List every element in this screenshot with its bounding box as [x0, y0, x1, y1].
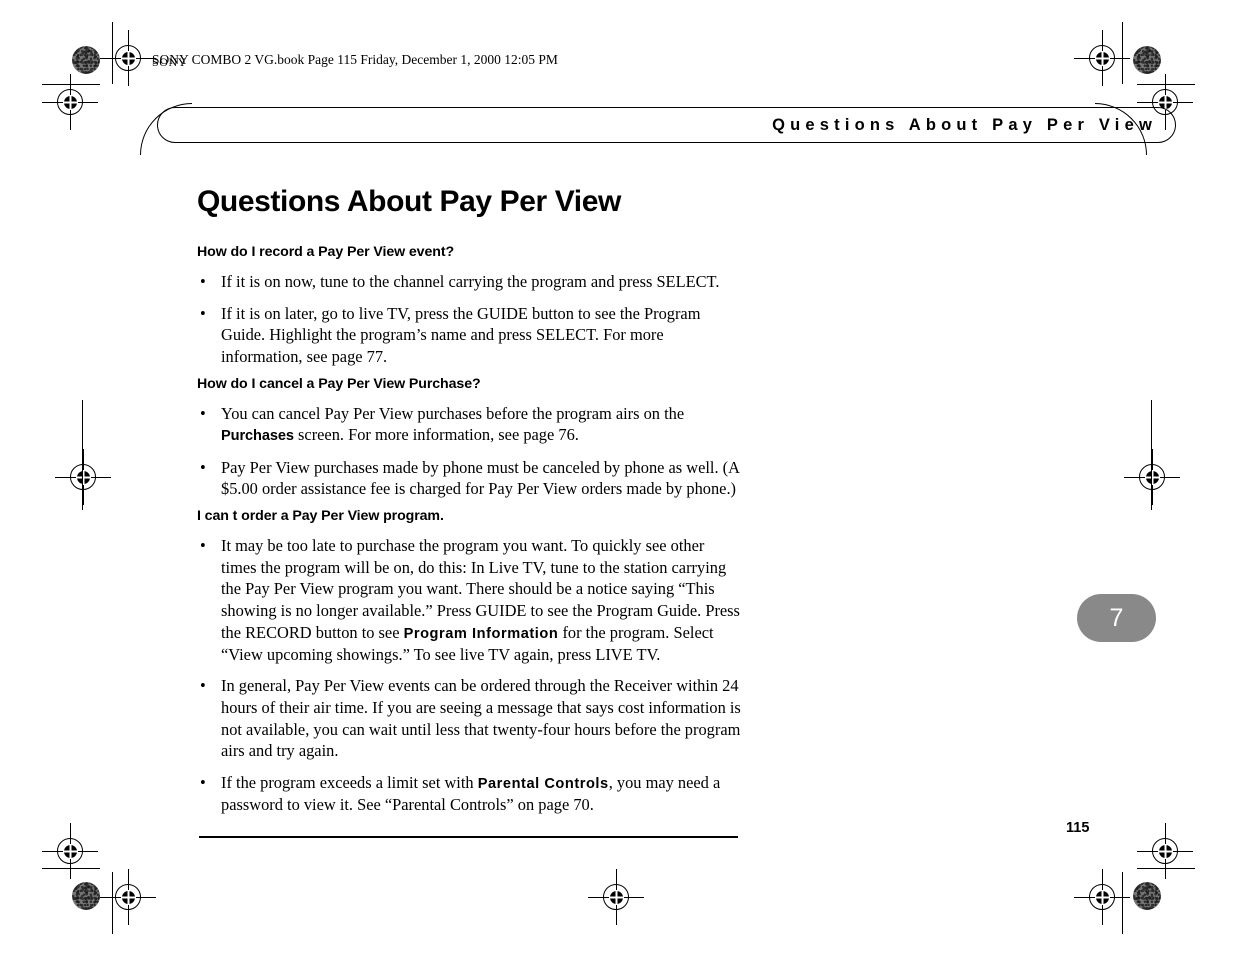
bullet-marker-icon: •: [200, 535, 206, 555]
trim-line-right-vertical-top: [1122, 22, 1124, 84]
trim-line-left-vertical-bottom: [112, 872, 114, 934]
trim-line-right-vertical-mid: [1151, 400, 1153, 510]
ui-term-emphasis: Purchases: [221, 428, 294, 445]
ui-term-emphasis: Parental Controls: [477, 776, 609, 793]
ui-term-emphasis: Program Information: [403, 625, 559, 642]
registration-target-top-right: [1089, 45, 1115, 71]
section-heading: How do I record a Pay Per View event?: [197, 244, 455, 260]
bullet-marker-icon: •: [200, 457, 206, 477]
bullet-marker-icon: •: [200, 773, 206, 793]
content-column: Questions About Pay Per View How do I re…: [197, 185, 742, 822]
bullet-text: If the program exceeds a limit set with: [221, 773, 478, 793]
bullet-marker-icon: •: [200, 403, 206, 423]
bullet-item: • In general, Pay Per View events can be …: [197, 675, 742, 762]
halftone-density-patch-top-right: [1133, 46, 1161, 74]
bullet-list: • You can cancel Pay Per View purchases b…: [197, 403, 742, 500]
bullet-item: • It may be too late to purchase the prog…: [197, 535, 742, 666]
bullet-marker-icon: •: [200, 303, 206, 323]
trim-line-top-horizontal-left: [42, 84, 100, 86]
bullet-text: If it is on now, tune to the channel car…: [221, 272, 720, 292]
bullet-marker-icon: •: [200, 272, 206, 292]
bullet-text: If it is on later, go to live TV, press …: [221, 303, 701, 366]
bullet-item: • You can cancel Pay Per View purchases b…: [197, 403, 742, 447]
chapter-thumb-tab: 7: [1077, 594, 1156, 642]
chapter-number: 7: [1109, 604, 1124, 632]
section-heading: How do I cancel a Pay Per View Purchase?: [197, 375, 481, 392]
bullet-item: • If it is on later, go to live TV, press…: [197, 303, 742, 368]
bullet-list: • If it is on now, tune to the channel ca…: [197, 271, 742, 368]
registration-target-lower-left: [57, 838, 83, 864]
bullet-text: screen. For more information, see page 7…: [293, 425, 579, 445]
registration-target-lower-right: [1152, 838, 1178, 864]
document-page: SONY SONY COMBO 2 VG.book Page 115 Frida…: [0, 0, 1235, 954]
page-number: 115: [1066, 820, 1090, 836]
halftone-density-patch-bottom-right: [1133, 882, 1161, 910]
bullet-text: Pay Per View purchases made by phone mus…: [221, 457, 740, 499]
footer-rule: [199, 836, 738, 838]
bullet-text: You can cancel Pay Per View purchases be…: [221, 403, 685, 423]
bullet-item: • If it is on now, tune to the channel ca…: [197, 271, 742, 293]
page-title: Questions About Pay Per View: [197, 185, 621, 218]
trim-line-right-vertical-bottom: [1122, 872, 1124, 934]
bullet-marker-icon: •: [200, 676, 206, 696]
trim-line-left-vertical-top: [112, 22, 114, 84]
halftone-density-patch-bottom-left: [72, 882, 100, 910]
halftone-density-patch-top-left: [72, 46, 100, 74]
registration-target-upper-left: [57, 89, 83, 115]
trim-line-bottom-horizontal-left: [42, 868, 100, 870]
sections-container: How do I record a Pay Per View event? • If…: [197, 244, 742, 816]
registration-target-top-left: [115, 45, 141, 71]
section-heading: I can t order a Pay Per View program.: [197, 507, 444, 524]
trim-line-left-vertical-mid: [82, 400, 84, 510]
trim-line-bottom-horizontal-right: [1137, 868, 1195, 870]
registration-target-bottom-left: [115, 884, 141, 910]
book-slug-line: SONY COMBO 2 VG.book Page 115 Friday, De…: [152, 52, 558, 67]
registration-target-bottom-right: [1089, 884, 1115, 910]
running-header-title: Questions About Pay Per View: [772, 116, 1157, 134]
bullet-list: • It may be too late to purchase the prog…: [197, 535, 742, 816]
bullet-item: • If the program exceeds a limit set with…: [197, 772, 742, 816]
bullet-item: • Pay Per View purchases made by phone mu…: [197, 457, 742, 500]
trim-line-top-horizontal-right: [1137, 84, 1195, 86]
bullet-text: In general, Pay Per View events can be o…: [221, 676, 741, 761]
running-header-capsule: Questions About Pay Per View: [157, 107, 1176, 143]
registration-target-bottom-center: [603, 884, 629, 910]
